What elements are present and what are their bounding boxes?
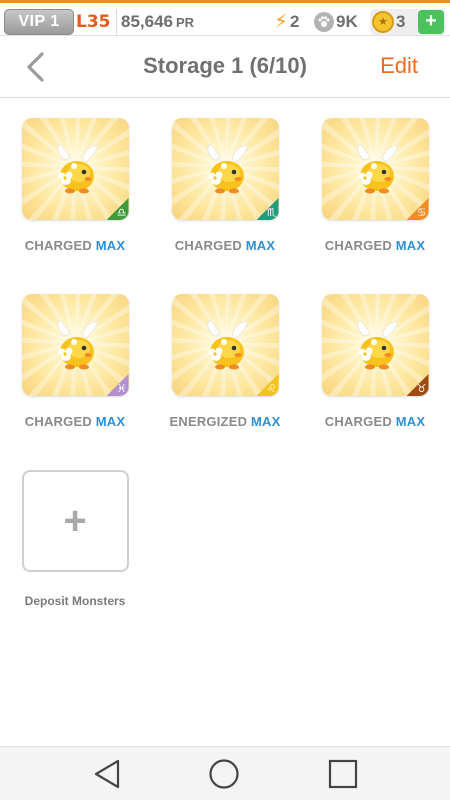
monster-card[interactable]: ♏: [171, 118, 279, 220]
system-nav-bar: [0, 746, 450, 800]
max-badge: MAX: [245, 238, 276, 253]
deposit-slot[interactable]: + Deposit Monsters: [0, 470, 150, 608]
paw-icon: [314, 12, 334, 32]
power-rating-unit: PR: [176, 15, 195, 30]
nav-recents-square-icon: [328, 759, 358, 789]
nav-back-triangle-icon: [94, 759, 120, 789]
monster-slot[interactable]: ♌ ENERGIZED MAX: [150, 294, 300, 429]
lightning-bolt-icon: ⚡: [274, 11, 289, 33]
status-bar: VIP 1 L35 85,646 PR ⚡ 2 9K ★ 3 +: [0, 0, 450, 36]
monster-slot[interactable]: ♓ CHARGED MAX: [0, 294, 150, 429]
monster-status-label: ENERGIZED MAX: [150, 414, 300, 429]
power-rating: 85,646 PR: [116, 9, 194, 36]
monster-slot[interactable]: ♏ CHARGED MAX: [150, 118, 300, 253]
max-badge: MAX: [395, 414, 426, 429]
vip-badge[interactable]: VIP 1: [4, 9, 74, 35]
monster-status-label: CHARGED MAX: [0, 414, 150, 429]
monster-status: CHARGED: [324, 238, 392, 253]
nav-back-button[interactable]: [88, 757, 128, 791]
monster-card[interactable]: ♓: [21, 294, 129, 396]
player-level: L35: [76, 12, 111, 32]
scorpio-icon: ♏: [256, 198, 279, 220]
coin-icon: ★: [372, 11, 394, 33]
plus-icon: +: [63, 499, 87, 543]
monster-status: CHARGED: [174, 238, 242, 253]
nav-recents-button[interactable]: [323, 757, 363, 791]
monster-status: CHARGED: [324, 414, 392, 429]
monster-icon: [206, 143, 249, 194]
monster-icon: [356, 319, 399, 370]
monster-icon: [206, 319, 249, 370]
paw-stat[interactable]: 9K: [314, 9, 358, 35]
monster-slot[interactable]: ♉ CHARGED MAX: [300, 294, 450, 429]
max-badge: MAX: [95, 414, 126, 429]
deposit-monsters-button[interactable]: +: [21, 470, 129, 572]
monster-icon: [56, 143, 99, 194]
max-badge: MAX: [395, 238, 426, 253]
monster-status-label: CHARGED MAX: [0, 238, 150, 253]
coin-stat[interactable]: ★ 3: [372, 9, 405, 35]
monster-status-label: CHARGED MAX: [300, 238, 450, 253]
monster-card[interactable]: ♉: [321, 294, 429, 396]
pisces-icon: ♓: [106, 374, 129, 396]
edit-button[interactable]: Edit: [380, 53, 418, 79]
paw-value: 9K: [336, 12, 358, 31]
monster-status-label: CHARGED MAX: [300, 414, 450, 429]
monster-card[interactable]: ♋: [321, 118, 429, 220]
nav-home-button[interactable]: [204, 757, 244, 791]
energy-stat[interactable]: ⚡ 2: [274, 9, 300, 35]
cancer-icon: ♋: [406, 198, 429, 220]
max-badge: MAX: [95, 238, 126, 253]
monster-icon: [356, 143, 399, 194]
taurus-icon: ♉: [406, 374, 429, 396]
monster-slot[interactable]: ♎ CHARGED MAX: [0, 118, 150, 253]
power-rating-value: 85,646: [121, 12, 173, 31]
deposit-monsters-label: Deposit Monsters: [24, 594, 126, 608]
monster-slot[interactable]: ♋ CHARGED MAX: [300, 118, 450, 253]
energy-value: 2: [290, 12, 300, 31]
monster-card[interactable]: ♎: [21, 118, 129, 220]
page-header: Storage 1 (6/10) Edit: [0, 37, 450, 98]
buy-coins-button[interactable]: +: [418, 10, 444, 34]
monster-status: CHARGED: [24, 414, 92, 429]
leo-icon: ♌: [256, 374, 279, 396]
coin-value: 3: [396, 12, 406, 31]
max-badge: MAX: [250, 414, 281, 429]
monster-status-label: CHARGED MAX: [150, 238, 300, 253]
monster-status: CHARGED: [24, 238, 92, 253]
nav-home-circle-icon: [209, 759, 239, 789]
monster-status: ENERGIZED: [169, 414, 248, 429]
monster-icon: [56, 319, 99, 370]
monster-card[interactable]: ♌: [171, 294, 279, 396]
libra-icon: ♎: [106, 198, 129, 220]
